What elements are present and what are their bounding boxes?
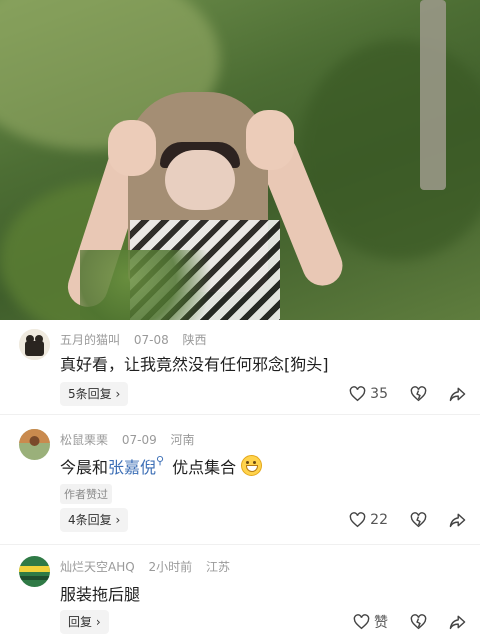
comment-meta: 灿烂天空AHQ 2小时前 江苏 bbox=[60, 558, 240, 575]
view-replies-button[interactable]: 4条回复 › bbox=[60, 508, 129, 532]
chevron-right-icon: › bbox=[115, 387, 121, 401]
comment-text[interactable]: 服装拖后腿 bbox=[60, 581, 140, 605]
share-button[interactable] bbox=[449, 386, 466, 402]
username[interactable]: 灿烂天空AHQ bbox=[60, 560, 135, 574]
view-replies-label: 5条回复 bbox=[68, 387, 112, 401]
photo-hand bbox=[246, 110, 294, 170]
comment-item: 松鼠栗栗 07-09 河南 今晨和张嘉倪⚲ 优点集合 作者赞过 4条回复 › 22 bbox=[0, 420, 480, 540]
divider bbox=[0, 414, 480, 415]
reply-label: 回复 bbox=[68, 615, 93, 629]
like-button[interactable]: 赞 bbox=[353, 612, 388, 632]
comment-meta: 五月的猫叫 07-08 陕西 bbox=[60, 331, 217, 348]
search-icon[interactable]: ⚲ bbox=[156, 454, 164, 467]
comment-item: 五月的猫叫 07-08 陕西 真好看，让我竟然没有任何邪念[狗头] 5条回复 ›… bbox=[0, 320, 480, 410]
comment-location: 河南 bbox=[170, 433, 195, 447]
dislike-button[interactable] bbox=[410, 512, 427, 528]
heart-icon bbox=[349, 512, 366, 528]
author-liked-badge: 作者赞过 bbox=[60, 484, 112, 504]
avatar-image bbox=[19, 556, 50, 587]
view-replies-button[interactable]: 5条回复 › bbox=[60, 382, 129, 406]
comment-date: 07-08 bbox=[133, 333, 169, 347]
dislike-heart-icon bbox=[410, 614, 427, 630]
comment-actions: 22 bbox=[327, 508, 466, 532]
like-count: 22 bbox=[370, 512, 388, 528]
dislike-heart-icon bbox=[410, 512, 427, 528]
comment-meta: 松鼠栗栗 07-09 河南 bbox=[60, 431, 205, 448]
avatar-image bbox=[19, 329, 50, 360]
dislike-button[interactable] bbox=[410, 614, 427, 630]
comment-actions: 赞 bbox=[331, 610, 466, 634]
share-arrow-icon bbox=[449, 615, 466, 630]
comment-text[interactable]: 真好看，让我竟然没有任何邪念[狗头] bbox=[60, 351, 329, 375]
mention-link[interactable]: 张嘉倪 bbox=[108, 458, 156, 477]
heart-icon bbox=[353, 614, 370, 630]
like-label: 赞 bbox=[374, 615, 388, 631]
photo-face bbox=[165, 150, 235, 210]
share-arrow-icon bbox=[449, 387, 466, 402]
username[interactable]: 五月的猫叫 bbox=[60, 333, 120, 347]
view-replies-label: 4条回复 bbox=[68, 513, 112, 527]
chevron-right-icon: › bbox=[115, 513, 121, 527]
photo-pole bbox=[420, 0, 446, 190]
comment-location: 江苏 bbox=[205, 560, 230, 574]
comment-date: 07-09 bbox=[121, 433, 157, 447]
username[interactable]: 松鼠栗栗 bbox=[60, 433, 108, 447]
comment-item: 灿烂天空AHQ 2小时前 江苏 服装拖后腿 回复 › 赞 bbox=[0, 548, 480, 640]
comment-date: 2小时前 bbox=[148, 560, 193, 574]
share-button[interactable] bbox=[449, 614, 466, 630]
dislike-button[interactable] bbox=[410, 386, 427, 402]
avatar-image bbox=[19, 429, 50, 460]
comment-actions: 35 bbox=[327, 382, 466, 406]
photo-leaves bbox=[80, 250, 240, 320]
like-button[interactable]: 35 bbox=[349, 386, 388, 402]
comment-text-prefix: 今晨和 bbox=[60, 458, 109, 477]
comment-location: 陕西 bbox=[182, 333, 207, 347]
dislike-heart-icon bbox=[410, 386, 427, 402]
comment-text[interactable]: 今晨和张嘉倪⚲ 优点集合 bbox=[60, 454, 263, 478]
like-button[interactable]: 22 bbox=[349, 512, 388, 528]
post-photo[interactable] bbox=[0, 0, 480, 320]
chevron-right-icon: › bbox=[95, 615, 101, 629]
like-count: 35 bbox=[370, 386, 388, 402]
avatar[interactable] bbox=[19, 429, 50, 460]
avatar[interactable] bbox=[19, 556, 50, 587]
photo-hand bbox=[108, 120, 156, 176]
share-button[interactable] bbox=[449, 512, 466, 528]
share-arrow-icon bbox=[449, 513, 466, 528]
comment-text-suffix: 优点集合 bbox=[172, 458, 237, 477]
heart-icon bbox=[349, 386, 366, 402]
divider bbox=[0, 544, 480, 545]
reply-button[interactable]: 回复 › bbox=[60, 610, 109, 634]
avatar[interactable] bbox=[19, 329, 50, 360]
grin-emoji-icon bbox=[241, 455, 263, 476]
